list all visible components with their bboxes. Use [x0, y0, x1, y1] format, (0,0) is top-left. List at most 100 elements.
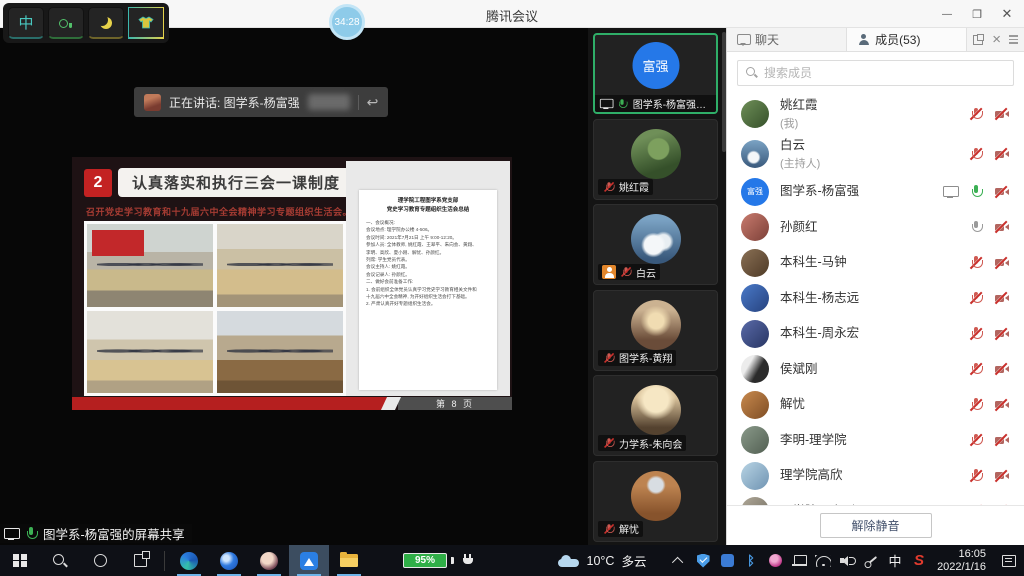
- member-row[interactable]: 孙颜红: [727, 210, 1024, 246]
- video-tile[interactable]: 力学系-朱向会: [593, 375, 718, 456]
- ime-skin-key[interactable]: [128, 7, 164, 39]
- browser-app-button[interactable]: [209, 545, 249, 576]
- document-title-line2: 党史学习教育专题组织生活会总结: [366, 206, 490, 215]
- popout-panel-icon[interactable]: [973, 34, 984, 45]
- maximize-button[interactable]: [962, 0, 992, 28]
- avatar: [741, 100, 769, 128]
- taskbar-search-button[interactable]: [40, 545, 80, 576]
- camera-off-icon[interactable]: [994, 256, 1010, 270]
- tab-chat[interactable]: 聊天: [727, 28, 847, 51]
- member-list: 姚红霞(我) 白云(主持人) 富强 图学系-杨富强 孙颜红 本科生-马钟 本科生…: [727, 94, 1024, 505]
- search-input[interactable]: [764, 66, 1005, 80]
- cortana-icon: [94, 554, 107, 567]
- unmute-button[interactable]: 解除静音: [820, 513, 932, 538]
- mic-off-icon[interactable]: [969, 256, 983, 270]
- meeting-timer[interactable]: 34:28: [329, 4, 365, 40]
- video-tile[interactable]: 姚红霞: [593, 119, 718, 200]
- member-row[interactable]: 理学院高欣: [727, 458, 1024, 494]
- member-row[interactable]: 白云(主持人): [727, 134, 1024, 174]
- member-search[interactable]: [737, 60, 1014, 86]
- camera-off-icon[interactable]: [994, 398, 1010, 412]
- weather-widget[interactable]: 10°C 多云: [558, 551, 647, 570]
- member-row[interactable]: 本科生-周永宏: [727, 316, 1024, 352]
- camera-off-icon[interactable]: [994, 327, 1010, 341]
- reply-arrow-icon[interactable]: [367, 94, 379, 111]
- tile-name: 图学系-杨富强的屏幕...: [633, 96, 712, 111]
- taskbar-clock[interactable]: 16:05 2022/1/16: [937, 548, 986, 574]
- mic-off-icon[interactable]: [969, 398, 983, 412]
- mic-off-icon[interactable]: [969, 327, 983, 341]
- action-center-button[interactable]: [994, 545, 1024, 576]
- chat-app-button[interactable]: [249, 545, 289, 576]
- member-row[interactable]: 富强 图学系-杨富强: [727, 174, 1024, 210]
- ime-language-indicator: 中: [889, 551, 902, 570]
- action-center-icon: [1002, 555, 1016, 567]
- video-tile[interactable]: 白云: [593, 204, 718, 285]
- camera-off-icon[interactable]: [994, 291, 1010, 305]
- mic-off-icon[interactable]: [969, 433, 983, 447]
- tab-members[interactable]: 成员(53): [847, 28, 967, 51]
- member-row[interactable]: 解忧: [727, 387, 1024, 423]
- start-button[interactable]: [0, 545, 40, 576]
- tray-sogou[interactable]: S: [907, 545, 931, 576]
- panel-menu-icon[interactable]: [1009, 35, 1018, 43]
- ime-punctuation-key[interactable]: [48, 7, 84, 39]
- camera-off-icon[interactable]: [994, 362, 1010, 376]
- tray-pink-app[interactable]: [763, 545, 787, 576]
- member-row[interactable]: 本科生-马钟: [727, 245, 1024, 281]
- tray-blue-app[interactable]: [715, 545, 739, 576]
- slide-footer: 第 8 页: [72, 397, 512, 410]
- cortana-button[interactable]: [80, 545, 120, 576]
- meeting-photo: [217, 311, 343, 394]
- video-tile-screen-share[interactable]: 富强 图学系-杨富强的屏幕...: [593, 33, 718, 114]
- close-panel-icon[interactable]: [992, 33, 1001, 47]
- ime-night-mode-key[interactable]: [88, 7, 124, 39]
- camera-off-icon[interactable]: [994, 107, 1010, 121]
- tray-volume[interactable]: [835, 545, 859, 576]
- tray-battery-device[interactable]: [787, 545, 811, 576]
- mic-on-icon[interactable]: [969, 185, 983, 199]
- member-row[interactable]: 侯斌刚: [727, 352, 1024, 388]
- tencent-meeting-button[interactable]: [289, 545, 329, 576]
- task-view-button[interactable]: [120, 545, 160, 576]
- document-title-line1: 理学院工程图学系党支部: [366, 197, 490, 206]
- mic-off-icon[interactable]: [969, 107, 983, 121]
- tray-bluetooth[interactable]: [739, 545, 763, 576]
- tray-ime[interactable]: 中: [883, 545, 907, 576]
- mic-off-icon[interactable]: [969, 362, 983, 376]
- camera-off-icon[interactable]: [994, 433, 1010, 447]
- member-row[interactable]: 姚红霞(我): [727, 94, 1024, 134]
- battery-widget[interactable]: 95%: [403, 553, 474, 568]
- avatar: [631, 129, 681, 179]
- tray-network[interactable]: [811, 545, 835, 576]
- meeting-photo: [87, 311, 213, 394]
- mic-off-icon[interactable]: [969, 469, 983, 483]
- system-tray: 中 S 16:05 2022/1/16: [667, 545, 1024, 576]
- screen-share-icon: [4, 527, 19, 540]
- member-row[interactable]: 本科生-杨志远: [727, 281, 1024, 317]
- member-row[interactable]: 李明-理学院: [727, 423, 1024, 459]
- close-button[interactable]: [992, 0, 1022, 28]
- member-row[interactable]: 理学院夏小刚: [727, 494, 1024, 506]
- video-tile[interactable]: 解忧: [593, 461, 718, 542]
- tray-expand-button[interactable]: [667, 545, 691, 576]
- blurred-name: [308, 94, 350, 110]
- mic-off-icon: [603, 352, 614, 363]
- minimize-button[interactable]: [932, 0, 962, 28]
- mic-on-icon: [616, 98, 627, 109]
- ime-chinese-key[interactable]: 中: [8, 7, 44, 39]
- tray-security-app[interactable]: [691, 545, 715, 576]
- screen-share-icon[interactable]: [943, 185, 958, 198]
- edge-browser-button[interactable]: [169, 545, 209, 576]
- mic-off-icon[interactable]: [969, 291, 983, 305]
- camera-off-icon[interactable]: [994, 185, 1010, 199]
- video-tile[interactable]: 图学系-黄翔: [593, 290, 718, 371]
- file-explorer-button[interactable]: [329, 545, 369, 576]
- mic-off-icon[interactable]: [969, 147, 983, 161]
- camera-off-icon[interactable]: [994, 220, 1010, 234]
- tray-tool[interactable]: [859, 545, 883, 576]
- mic-idle-icon[interactable]: [969, 220, 983, 234]
- camera-off-icon[interactable]: [994, 147, 1010, 161]
- camera-off-icon[interactable]: [994, 469, 1010, 483]
- mic-off-icon: [620, 266, 631, 277]
